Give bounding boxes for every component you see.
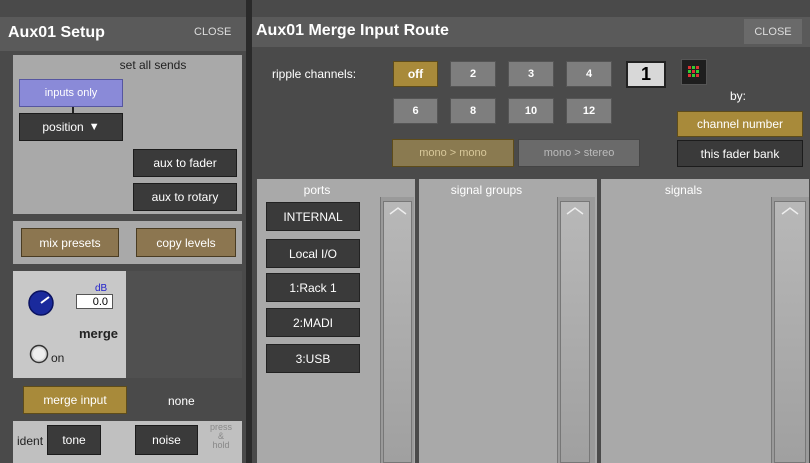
by-label: by:	[730, 89, 747, 103]
merge-input-label: merge input	[43, 393, 107, 407]
db-unit-label: dB	[95, 283, 108, 294]
set-all-sends-panel: set all sends inputs only position ▼ aux…	[13, 55, 242, 214]
port-item-rack-1[interactable]: 1:Rack 1	[266, 273, 360, 302]
ripple-12-label: 12	[582, 105, 596, 117]
port-label: Local I/O	[288, 246, 338, 261]
merge-input-row: merge input none	[13, 380, 242, 420]
ident-label: ident	[17, 434, 44, 448]
noise-label: noise	[152, 433, 181, 447]
signal-groups-scrollbar[interactable]	[557, 197, 595, 463]
merge-input-value: none	[168, 394, 195, 408]
ripple-6-button[interactable]: 6	[393, 98, 438, 124]
scroll-up-icon	[566, 207, 584, 215]
signals-column: signals	[601, 179, 809, 463]
ripple-3-button[interactable]: 3	[508, 61, 554, 87]
merge-on-toggle[interactable]	[29, 344, 49, 364]
merge-on-label: on	[51, 351, 65, 365]
inputs-only-label: inputs only	[44, 87, 98, 99]
ripple-8-button[interactable]: 8	[450, 98, 496, 124]
this-fader-bank-label: this fader bank	[700, 146, 780, 161]
aux-to-fader-label: aux to fader	[153, 156, 217, 170]
mix-presets-label: mix presets	[39, 235, 101, 250]
inputs-only-button[interactable]: inputs only	[19, 79, 123, 107]
port-item-local-io[interactable]: Local I/O	[266, 239, 360, 268]
ripple-controls: ripple channels: off 2 3 4 1 6 8 10 12 b…	[252, 47, 810, 177]
ripple-10-button[interactable]: 10	[508, 98, 554, 124]
merge-control-box: dB 0.0 merge on	[13, 271, 126, 378]
mono-to-stereo-button[interactable]: mono > stereo	[518, 139, 640, 167]
signal-groups-header: signal groups	[450, 183, 523, 197]
mono-to-mono-label: mono > mono	[419, 147, 487, 159]
ripple-12-button[interactable]: 12	[566, 98, 612, 124]
press-hold-line-3: hold	[212, 440, 230, 450]
ports-scrollbar[interactable]	[380, 197, 414, 463]
copy-levels-button[interactable]: copy levels	[136, 228, 236, 257]
ripple-count-display: 1	[626, 61, 666, 88]
aux-setup-titlebar: Aux01 Setup CLOSE	[0, 17, 246, 51]
position-label: position	[42, 120, 84, 134]
merge-db-value: 0.0	[92, 295, 108, 308]
merge-level-knob[interactable]	[27, 289, 55, 317]
noise-button[interactable]: noise	[135, 425, 198, 455]
position-dropdown[interactable]: position ▼	[19, 113, 123, 141]
aux-setup-title: Aux01 Setup	[8, 24, 105, 41]
tone-button[interactable]: tone	[47, 425, 101, 455]
ripple-count-value: 1	[640, 64, 651, 84]
grid-icon	[688, 66, 699, 77]
mono-to-stereo-label: mono > stereo	[543, 147, 615, 159]
copy-levels-label: copy levels	[156, 235, 216, 250]
press-hold-hint: press & hold	[202, 423, 240, 450]
route-close-button[interactable]: CLOSE	[744, 19, 802, 44]
set-all-sends-label: set all sends	[119, 58, 187, 72]
scroll-up-icon	[781, 207, 799, 215]
by-this-fader-bank-button[interactable]: this fader bank	[677, 140, 803, 167]
port-item-madi[interactable]: 2:MADI	[266, 308, 360, 337]
signals-scrollbar[interactable]	[771, 197, 809, 463]
ripple-4-label: 4	[585, 68, 593, 80]
route-titlebar: Aux01 Merge Input Route CLOSE	[252, 17, 810, 47]
aux-to-rotary-button[interactable]: aux to rotary	[133, 183, 237, 211]
port-label: 3:USB	[295, 351, 331, 366]
signal-groups-column: signal groups	[419, 179, 597, 463]
mono-to-mono-button[interactable]: mono > mono	[392, 139, 514, 167]
signal-groups-scroll-thumb[interactable]	[560, 201, 590, 463]
ports-header: ports	[303, 183, 331, 197]
port-item-internal[interactable]: INTERNAL	[266, 202, 360, 231]
route-title: Aux01 Merge Input Route	[256, 22, 449, 39]
merge-db-field[interactable]: 0.0	[76, 294, 113, 309]
ripple-4-button[interactable]: 4	[566, 61, 612, 87]
signals-scroll-thumb[interactable]	[774, 201, 806, 463]
port-label: INTERNAL	[283, 209, 343, 224]
merge-input-button[interactable]: merge input	[23, 386, 127, 414]
presets-panel: mix presets copy levels	[13, 221, 242, 264]
chevron-down-icon: ▼	[88, 121, 100, 133]
mix-presets-button[interactable]: mix presets	[21, 228, 119, 257]
port-label: 1:Rack 1	[289, 280, 337, 295]
by-channel-number-button[interactable]: channel number	[677, 111, 803, 137]
scroll-up-icon	[389, 207, 406, 215]
aux-to-fader-button[interactable]: aux to fader	[133, 149, 237, 177]
ripple-3-label: 3	[527, 68, 535, 80]
ripple-off-button[interactable]: off	[393, 61, 438, 87]
aux-to-rotary-label: aux to rotary	[151, 190, 219, 204]
ripple-channels-label: ripple channels:	[272, 67, 357, 81]
merge-label: merge	[79, 326, 119, 341]
ident-panel: ident tone noise press & hold	[13, 421, 242, 463]
tone-label: tone	[62, 433, 86, 447]
route-close-label: CLOSE	[754, 25, 792, 38]
ripple-off-label: off	[407, 67, 424, 81]
ports-column: ports INTERNAL Local I/O 1:Rack 1 2:MADI…	[257, 179, 415, 463]
signals-header: signals	[664, 183, 703, 197]
ripple-2-button[interactable]: 2	[450, 61, 496, 87]
channel-number-label: channel number	[696, 117, 784, 131]
ripple-2-label: 2	[469, 68, 477, 80]
port-label: 2:MADI	[292, 315, 333, 330]
ports-scroll-thumb[interactable]	[383, 201, 412, 463]
grid-view-button[interactable]	[681, 59, 707, 85]
ripple-10-label: 10	[524, 105, 538, 117]
port-item-usb[interactable]: 3:USB	[266, 344, 360, 373]
ripple-8-label: 8	[469, 105, 477, 117]
aux-setup-close-button[interactable]: CLOSE	[194, 26, 231, 38]
ripple-6-label: 6	[412, 105, 419, 117]
